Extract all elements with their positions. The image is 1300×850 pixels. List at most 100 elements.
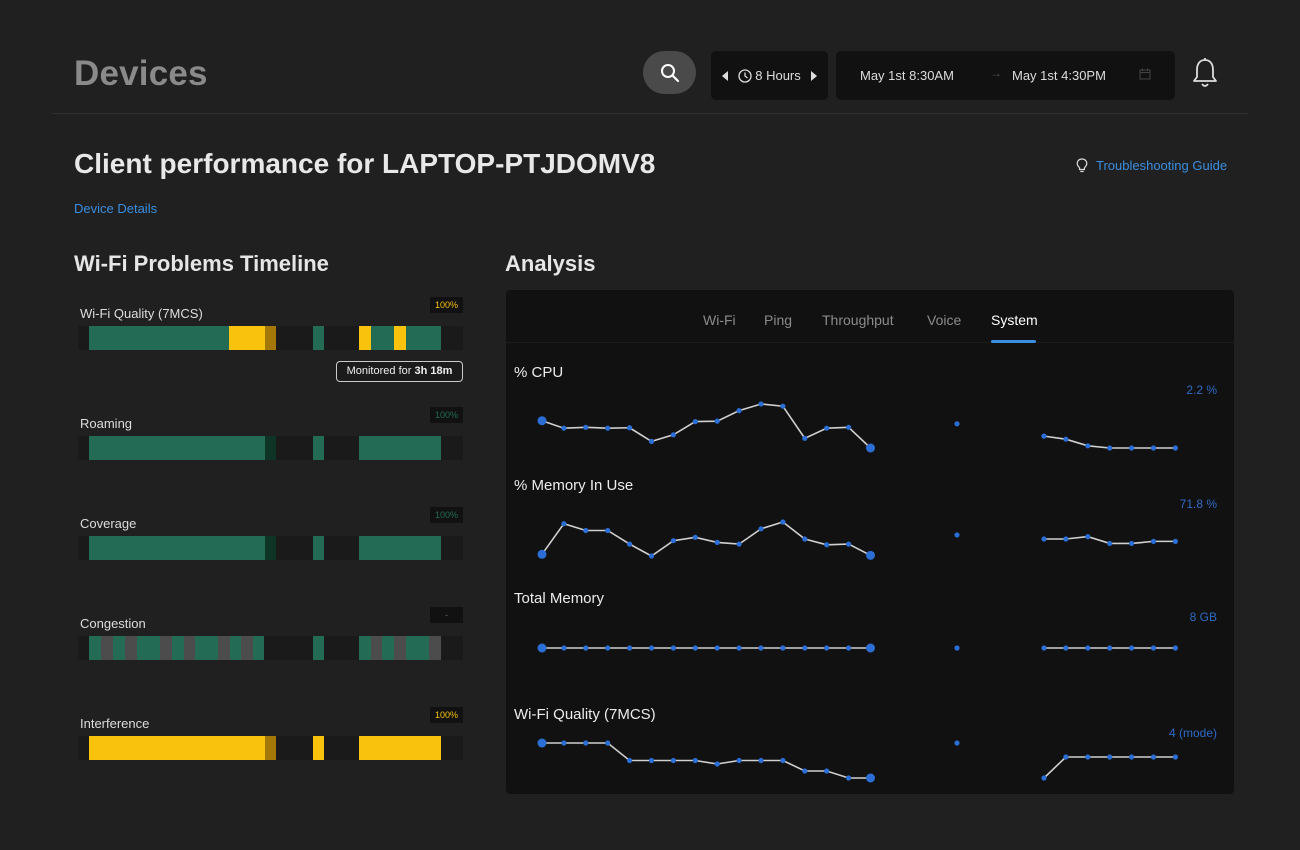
wifi-quality-data-point[interactable]	[627, 757, 633, 764]
wifi-quality-data-point[interactable]	[802, 768, 808, 774]
cpu-data-point[interactable]	[1129, 445, 1135, 451]
cpu-data-point[interactable]	[780, 403, 786, 409]
memory-data-point[interactable]	[736, 541, 742, 547]
total-memory-data-point[interactable]	[780, 645, 786, 651]
memory-data-point[interactable]	[714, 539, 720, 545]
memory-data-point[interactable]	[1085, 534, 1091, 540]
total-memory-data-point[interactable]	[1172, 645, 1178, 651]
wifi-quality-data-point[interactable]	[780, 757, 786, 764]
caret-right-icon[interactable]	[810, 70, 817, 81]
timeline-bar[interactable]	[78, 326, 463, 350]
total-memory-data-point[interactable]	[714, 645, 720, 651]
total-memory-data-point[interactable]	[561, 645, 567, 651]
wifi-quality-data-point[interactable]	[692, 757, 698, 764]
bell-icon[interactable]	[1191, 57, 1219, 89]
timeline-segment-good[interactable]	[313, 436, 324, 460]
timeline-segment-warn[interactable]	[358, 736, 442, 760]
memory-data-point[interactable]	[1129, 540, 1135, 547]
memory-data-point[interactable]	[954, 532, 960, 538]
date-start[interactable]: May 1st 8:30AM	[860, 68, 954, 83]
total-memory-data-point[interactable]	[537, 643, 547, 653]
total-memory-data-point[interactable]	[648, 645, 655, 651]
total-memory-data-point[interactable]	[1129, 645, 1135, 651]
timeline-segment-good[interactable]	[136, 636, 160, 660]
total-memory-data-point[interactable]	[1150, 645, 1157, 651]
memory-data-point[interactable]	[802, 536, 808, 542]
timeline-segment-warn[interactable]	[229, 326, 266, 350]
wifi-quality-data-point[interactable]	[954, 740, 960, 746]
wifi-quality-data-point[interactable]	[670, 757, 676, 764]
cpu-data-point[interactable]	[1172, 445, 1178, 451]
timeline-segment-good[interactable]	[405, 636, 429, 660]
memory-data-point[interactable]	[627, 541, 633, 547]
calendar-icon[interactable]	[1139, 68, 1151, 80]
timeline-segment-neutral[interactable]	[124, 636, 137, 660]
wifi-quality-data-point[interactable]	[1063, 754, 1069, 760]
total-memory-data-point[interactable]	[846, 645, 852, 651]
cpu-data-point[interactable]	[1150, 445, 1157, 451]
timeline-segment-good[interactable]	[381, 636, 394, 660]
memory-data-point[interactable]	[1107, 540, 1113, 547]
total-memory-data-point[interactable]	[954, 645, 960, 651]
cpu-data-point[interactable]	[846, 424, 852, 430]
time-range-label[interactable]: 8 Hours	[738, 68, 801, 83]
timeline-segment-warn[interactable]	[393, 326, 406, 350]
timeline-segment-good[interactable]	[313, 326, 324, 350]
wifi-quality-data-point[interactable]	[846, 775, 852, 781]
total-memory-data-point[interactable]	[583, 645, 589, 651]
cpu-data-point[interactable]	[583, 424, 589, 430]
cpu-data-point[interactable]	[1063, 436, 1069, 442]
timeline-bar[interactable]	[78, 736, 463, 760]
timeline-segment-neutral[interactable]	[218, 636, 231, 660]
timeline-segment-good[interactable]	[358, 536, 442, 560]
timeline-bar[interactable]	[78, 436, 463, 460]
total-memory-data-point[interactable]	[692, 645, 698, 651]
total-memory-data-point[interactable]	[605, 645, 611, 651]
wifi-quality-data-point[interactable]	[605, 740, 611, 746]
cpu-data-point[interactable]	[692, 419, 698, 425]
cpu-data-point[interactable]	[605, 425, 611, 431]
wifi-quality-data-point[interactable]	[1085, 754, 1091, 760]
memory-data-point[interactable]	[692, 534, 698, 540]
total-memory-data-point[interactable]	[1107, 645, 1113, 651]
cpu-data-point[interactable]	[1085, 443, 1091, 449]
cpu-data-point[interactable]	[954, 421, 960, 427]
troubleshooting-guide-link[interactable]: Troubleshooting Guide	[1076, 158, 1227, 173]
timeline-segment-good[interactable]	[370, 326, 394, 350]
cpu-data-point[interactable]	[1041, 433, 1047, 439]
cpu-data-point[interactable]	[758, 401, 764, 407]
memory-data-point[interactable]	[561, 521, 567, 527]
timeline-bar[interactable]	[78, 636, 463, 660]
device-details-link[interactable]: Device Details	[74, 201, 157, 216]
cpu-data-point[interactable]	[670, 432, 676, 438]
total-memory-data-point[interactable]	[1063, 645, 1069, 651]
cpu-data-point[interactable]	[824, 425, 830, 431]
timeline-segment-neutral[interactable]	[428, 636, 442, 660]
timeline-segment-warn-dim[interactable]	[265, 736, 276, 760]
memory-data-point[interactable]	[1150, 538, 1157, 544]
timeline-segment-good[interactable]	[230, 636, 242, 660]
wifi-quality-data-point[interactable]	[648, 757, 655, 764]
timeline-segment-neutral[interactable]	[101, 636, 114, 660]
memory-data-point[interactable]	[583, 527, 589, 534]
timeline-segment-good-dim[interactable]	[265, 436, 276, 460]
total-memory-data-point[interactable]	[824, 645, 830, 651]
cpu-data-point[interactable]	[1107, 445, 1113, 451]
total-memory-data-point[interactable]	[736, 645, 742, 651]
wifi-quality-data-point[interactable]	[1129, 754, 1135, 760]
cpu-data-point[interactable]	[736, 408, 742, 414]
timeline-segment-good[interactable]	[253, 636, 264, 660]
cpu-data-point[interactable]	[802, 435, 808, 441]
timeline-segment-good[interactable]	[171, 636, 184, 660]
wifi-quality-data-point[interactable]	[824, 768, 830, 774]
timeline-segment-neutral[interactable]	[183, 636, 196, 660]
wifi-quality-data-point[interactable]	[714, 761, 720, 767]
caret-left-icon[interactable]	[722, 70, 729, 81]
cpu-data-point[interactable]	[537, 416, 547, 426]
timeline-segment-good[interactable]	[195, 636, 219, 660]
timeline-segment-neutral[interactable]	[370, 636, 382, 660]
wifi-quality-data-point[interactable]	[866, 773, 875, 783]
timeline-segment-good[interactable]	[313, 636, 324, 660]
date-end[interactable]: May 1st 4:30PM	[1012, 68, 1106, 83]
memory-data-point[interactable]	[1041, 536, 1047, 542]
